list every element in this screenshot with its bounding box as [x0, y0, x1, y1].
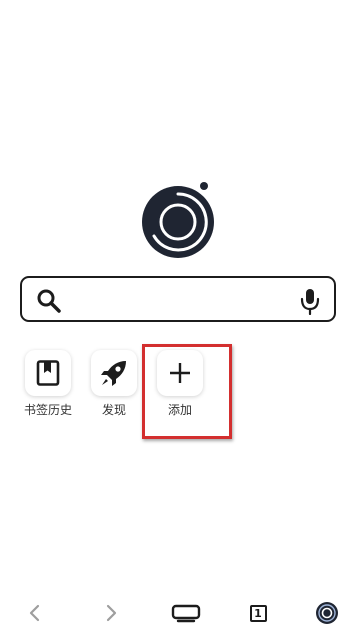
shortcut-label: 发现 [101, 403, 126, 417]
tabs-icon: 1 [249, 604, 267, 622]
home-button[interactable] [312, 598, 342, 628]
shortcut-discover[interactable]: 发现 [83, 350, 145, 418]
forward-button[interactable] [96, 598, 126, 628]
back-button[interactable] [20, 598, 50, 628]
home-icon [316, 602, 338, 624]
bookmark-icon [36, 360, 60, 386]
shortcut-bookmarks-history[interactable]: 书签历史 [17, 350, 79, 418]
browser-logo-icon [142, 182, 214, 258]
shortcut-tile[interactable] [91, 350, 137, 396]
forward-icon [106, 604, 117, 622]
search-icon[interactable] [36, 288, 62, 314]
tab-count: 1 [254, 606, 262, 620]
menu-button[interactable] [171, 598, 201, 628]
search-input[interactable] [70, 286, 294, 316]
browser-home-screen: 书签历史 发现 添加 1 [0, 0, 360, 640]
shortcut-label: 书签历史 [23, 403, 72, 417]
microphone-icon[interactable] [300, 287, 320, 315]
search-box[interactable] [20, 276, 336, 322]
bottom-toolbar: 1 [0, 592, 360, 634]
highlight-annotation [142, 344, 232, 439]
shortcut-tile[interactable] [25, 350, 71, 396]
tabs-button[interactable]: 1 [243, 598, 273, 628]
menu-icon [171, 604, 201, 623]
back-icon [29, 604, 40, 622]
rocket-icon [101, 361, 126, 386]
